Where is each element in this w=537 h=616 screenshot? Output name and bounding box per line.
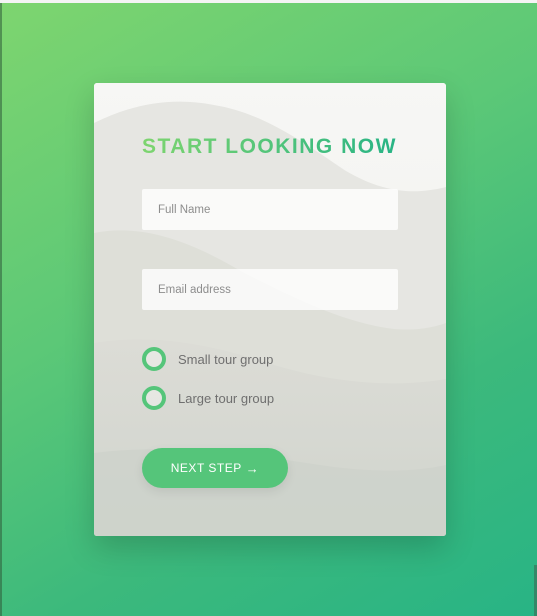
radio-label: Large tour group [178,390,275,406]
radio-circle-icon[interactable] [142,347,166,371]
radio-label: Small tour group [178,351,274,367]
radio-circle-icon[interactable] [142,386,166,410]
form-title: START LOOKING NOW [142,135,397,158]
next-step-button[interactable]: NEXT STEP → [142,448,288,488]
arrow-right-icon: → [245,460,260,476]
top-strip [0,0,537,3]
next-step-label: NEXT STEP [170,461,242,475]
radio-small-tour-group[interactable]: Small tour group [142,347,273,371]
radio-large-tour-group[interactable]: Large tour group [142,386,274,410]
email-input[interactable] [142,269,398,310]
left-edge [0,3,2,616]
booking-form-card: START LOOKING NOW Small tour group Large… [94,83,446,536]
full-name-input[interactable] [142,189,398,230]
